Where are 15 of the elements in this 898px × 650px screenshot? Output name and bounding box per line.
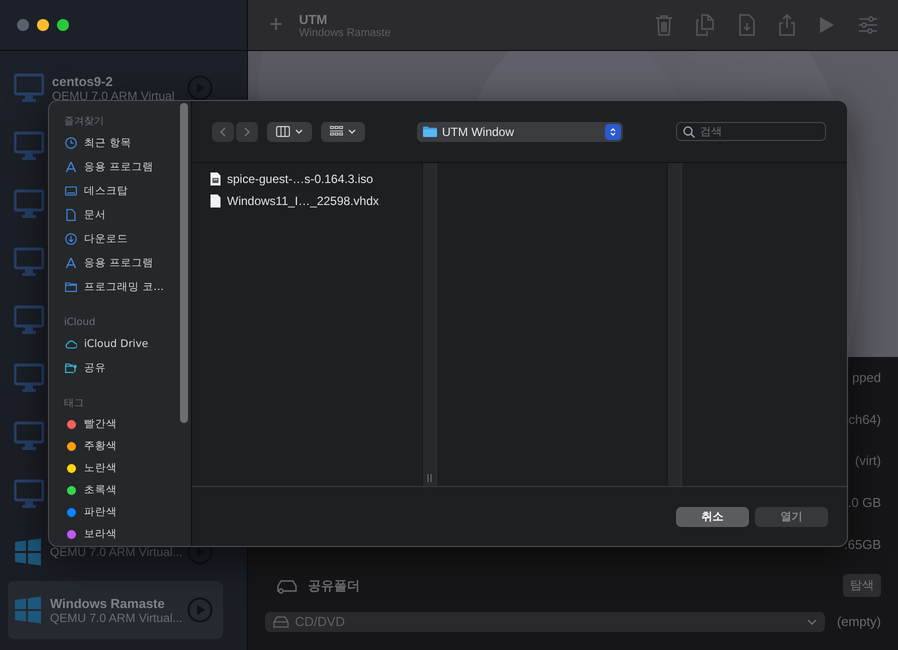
shared-folder-label: 공유폴더: [308, 576, 360, 595]
detail-value: .0 GB: [848, 495, 881, 510]
section-header: iCloud: [63, 316, 96, 330]
section-header: 즐겨찾기: [63, 115, 105, 129]
app-title: UTM: [299, 12, 328, 26]
vm-name: Windows Ramaste: [50, 596, 166, 610]
vm-description: QEMU 7.0 ARM Virtual...: [50, 610, 179, 624]
vm-description: QEMU 7.0 ARM Virtual: [52, 88, 174, 102]
section-header: 태그: [63, 397, 85, 411]
detail-value: .65GB: [844, 536, 881, 552]
vm-name: centos9-2: [52, 74, 114, 88]
detail-value: (virt): [855, 453, 881, 468]
detail-value: pped: [852, 370, 881, 386]
detail-value: ch64): [848, 412, 881, 427]
drive-status: (empty): [836, 614, 881, 630]
